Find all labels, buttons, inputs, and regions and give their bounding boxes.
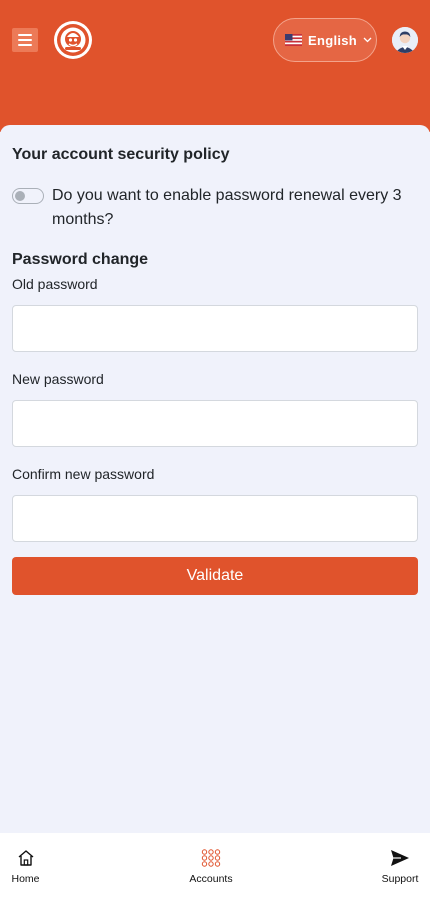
accounts-grid-icon (201, 847, 221, 869)
send-icon (390, 847, 410, 869)
confirm-password-label: Confirm new password (12, 466, 155, 482)
hamburger-menu-icon[interactable] (12, 28, 38, 52)
app-header: English (0, 0, 430, 132)
nav-item-accounts[interactable]: Accounts (185, 847, 237, 885)
language-selector[interactable]: English (273, 18, 377, 62)
security-policy-title: Your account security policy (12, 146, 230, 163)
nav-item-support[interactable]: Support (380, 847, 420, 885)
language-label: English (308, 32, 358, 48)
bottom-nav: Home Accounts Support (0, 833, 430, 900)
password-renewal-question: Do you want to enable password renewal e… (52, 187, 402, 228)
old-password-label: Old password (12, 276, 98, 292)
user-avatar[interactable] (392, 27, 418, 53)
password-change-title: Password change (12, 251, 149, 268)
new-password-input[interactable] (12, 400, 418, 447)
confirm-password-input[interactable] (12, 495, 418, 542)
brand-logo[interactable] (54, 21, 92, 59)
home-icon (17, 847, 35, 869)
nav-item-home[interactable]: Home (8, 847, 43, 885)
nav-label-home: Home (11, 873, 40, 885)
password-renewal-toggle[interactable] (12, 188, 44, 204)
nav-label-support: Support (381, 873, 419, 885)
chevron-down-icon (363, 37, 372, 43)
new-password-label: New password (12, 371, 104, 387)
old-password-input[interactable] (12, 305, 418, 352)
us-flag-icon (285, 34, 302, 46)
toggle-knob (15, 191, 25, 201)
validate-button[interactable]: Validate (12, 557, 418, 595)
nav-label-accounts: Accounts (189, 873, 233, 885)
